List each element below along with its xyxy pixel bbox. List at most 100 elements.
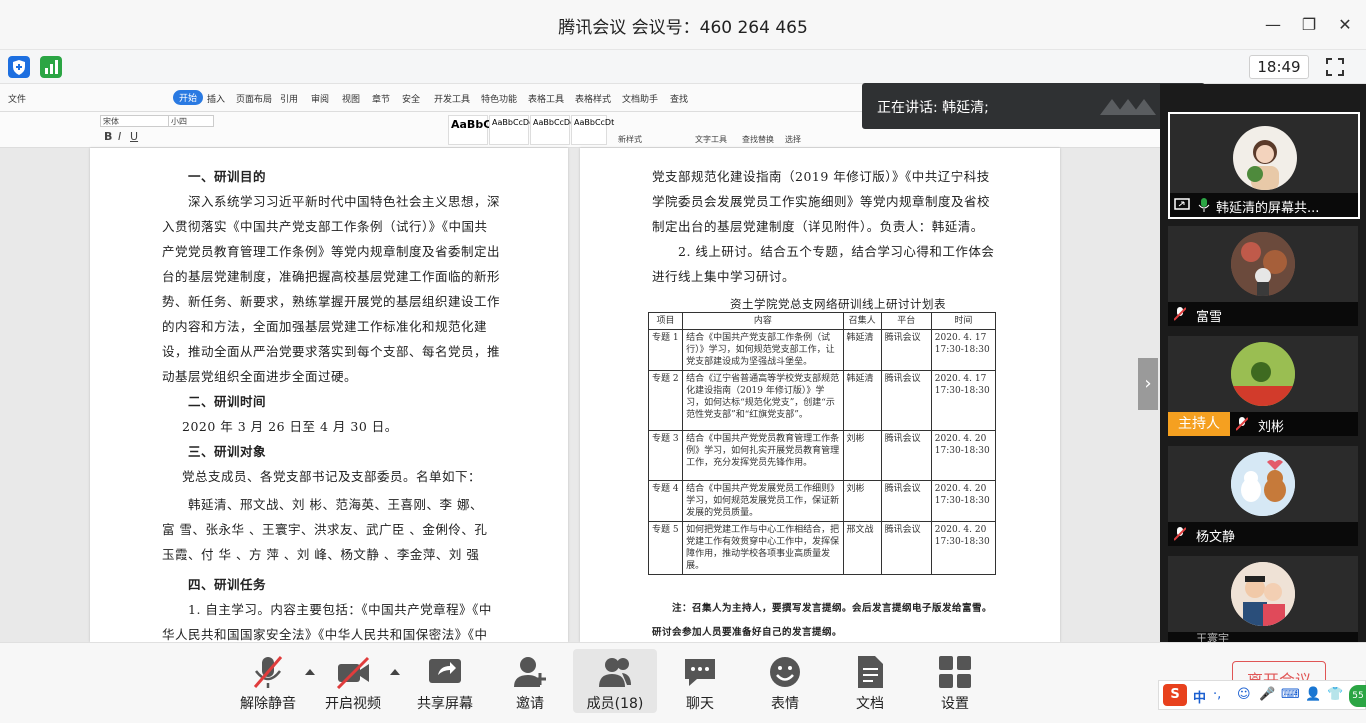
participants-panel: 韩延清的屏幕共... 富雪 主持人 刘彬 杨文静 王寰宇 bbox=[1160, 84, 1366, 642]
body-line: 的内容和方法，全面加强基层党建工作标准化和规范化建 bbox=[162, 319, 488, 334]
minimize-icon[interactable]: — bbox=[1262, 14, 1284, 36]
wps-tab-security[interactable]: 安全 bbox=[402, 92, 420, 105]
avatar bbox=[1231, 342, 1295, 406]
signal-icon[interactable] bbox=[40, 56, 62, 78]
table-cell: 专题 2 bbox=[647, 370, 684, 431]
wps-tab-search[interactable]: 查找 bbox=[670, 92, 688, 105]
title-bar: 腾讯会议 会议号：460 264 465 — ❐ ✕ bbox=[0, 0, 1366, 50]
table-cell: 韩延清 bbox=[842, 370, 882, 431]
wps-tab-dev[interactable]: 开发工具 bbox=[434, 92, 470, 105]
wps-tab-chapter[interactable]: 章节 bbox=[372, 92, 390, 105]
select-button[interactable]: 选择 bbox=[785, 134, 801, 145]
style-heading4[interactable]: AaBbC bbox=[448, 115, 491, 145]
wps-tab-table-style[interactable]: 表格样式 bbox=[575, 92, 611, 105]
body-line: 韩延清、邢文战、刘 彬、范海英、王喜刚、李 娜、 bbox=[188, 497, 483, 512]
table-cell: 刘彬 bbox=[842, 430, 882, 481]
find-replace-button[interactable]: 查找替换 bbox=[742, 134, 774, 145]
emoji-button[interactable]: 表情 bbox=[743, 649, 827, 713]
body-line: 深入系统学习习近平新时代中国特色社会主义思想，深 bbox=[188, 194, 501, 209]
table-header: 平台 bbox=[880, 312, 932, 330]
participant-name: 富雪 bbox=[1196, 310, 1223, 325]
table-cell: 腾讯会议 bbox=[880, 430, 932, 481]
table-header: 内容 bbox=[682, 312, 844, 330]
table-cell: 结合《中国共产党发展党员工作细则》学习，如何规范发展党员工作，保证新发展的党员质… bbox=[682, 480, 844, 522]
section-heading: 一、研训目的 bbox=[188, 169, 267, 184]
chat-label: 聊天 bbox=[686, 696, 714, 712]
style-normal-web[interactable]: AaBbCcDd bbox=[489, 115, 534, 145]
wps-tab-view[interactable]: 视图 bbox=[342, 92, 360, 105]
table-title: 资土学院党总支网络研训线上研讨计划表 bbox=[730, 297, 946, 311]
chat-icon bbox=[685, 659, 715, 686]
start-video-button[interactable]: 开启视频 bbox=[311, 649, 395, 713]
document-icon bbox=[858, 656, 883, 688]
section-heading: 二、研训时间 bbox=[188, 394, 267, 409]
chat-button[interactable]: 聊天 bbox=[658, 649, 742, 713]
wps-tab-assistant[interactable]: 文档助手 bbox=[622, 92, 658, 105]
table-cell: 腾讯会议 bbox=[880, 370, 932, 431]
keyboard-icon[interactable]: ⌨ bbox=[1281, 687, 1300, 702]
italic-icon[interactable]: I bbox=[118, 130, 121, 143]
text-tools-button[interactable]: 文字工具 bbox=[695, 134, 727, 145]
participant-tile[interactable]: 富雪 bbox=[1168, 226, 1358, 326]
table-cell: 刘彬 bbox=[842, 480, 882, 522]
skin-icon[interactable]: 👕 bbox=[1327, 687, 1343, 702]
unmute-button[interactable]: 解除静音 bbox=[226, 649, 310, 713]
table-cell: 结合《中国共产党党员教育管理工作条例》学习，如何扎实开展党员教育管理工作，充分发… bbox=[682, 430, 844, 481]
doc-page-left: 一、研训目的 深入系统学习习近平新时代中国特色社会主义思想，深 入贯彻落实《中国… bbox=[90, 148, 568, 642]
table-cell: 腾讯会议 bbox=[880, 521, 932, 575]
settings-button[interactable]: 设置 bbox=[913, 649, 997, 713]
participant-tile[interactable]: 主持人 刘彬 bbox=[1168, 336, 1358, 436]
sogou-logo-icon[interactable]: S bbox=[1163, 684, 1187, 706]
wps-tab-ref[interactable]: 引用 bbox=[280, 92, 298, 105]
mic-muted-icon bbox=[253, 656, 283, 688]
table-cell: 结合《中国共产党支部工作条例（试行）》学习，如何规范党支部工作，让党支部建设成为… bbox=[682, 329, 844, 371]
video-options-caret[interactable] bbox=[390, 669, 400, 675]
body-line: 1. 自主学习。内容主要包括：《中国共产党章程》《中 bbox=[188, 602, 492, 617]
shield-icon[interactable] bbox=[8, 56, 30, 78]
ime-mode[interactable]: 中 bbox=[1193, 687, 1206, 706]
fullscreen-icon[interactable] bbox=[1324, 56, 1346, 78]
participant-tile[interactable]: 王寰宇 bbox=[1168, 556, 1358, 642]
doc-page-right: 党支部规范化建设指南（2019 年修订版）》《中共辽宁科技 学院委员会发展党员工… bbox=[580, 148, 1060, 642]
new-style-button[interactable]: 新样式 bbox=[618, 134, 642, 145]
underline-icon[interactable]: U bbox=[130, 130, 138, 143]
speaking-indicator: 正在讲话: 韩延清; bbox=[862, 83, 1205, 129]
wps-tab-home[interactable]: 开始 bbox=[173, 90, 204, 105]
wps-tab-file[interactable]: 文件 bbox=[8, 92, 26, 105]
table-row: 专题 4 结合《中国共产党发展党员工作细则》学习，如何规范发展党员工作，保证新发… bbox=[647, 480, 997, 522]
body-line: 动基层党组织全面进步全面过硬。 bbox=[162, 369, 358, 384]
settings-grid-icon bbox=[939, 656, 971, 688]
body-line: 党支部规范化建设指南（2019 年修订版）》《中共辽宁科技 bbox=[652, 169, 990, 184]
wps-tab-review[interactable]: 审阅 bbox=[311, 92, 329, 105]
plan-table: 项目 内容 召集人 平台 时间 专题 1 结合《中国共产党支部工作条例（试行）》… bbox=[647, 312, 997, 575]
invite-button[interactable]: 邀请 bbox=[488, 649, 572, 713]
font-size-select[interactable]: 小四 bbox=[168, 115, 214, 127]
share-screen-button[interactable]: 共享屏幕 bbox=[403, 649, 487, 713]
wps-tab-layout[interactable]: 页面布局 bbox=[236, 92, 272, 105]
wps-tab-features[interactable]: 特色功能 bbox=[481, 92, 517, 105]
table-row: 专题 5 如何把党建工作与中心工作相结合，把党建工作有效贯穿中心工作中，发挥保障… bbox=[647, 521, 997, 575]
participant-tile[interactable]: 韩延清的屏幕共... bbox=[1168, 112, 1360, 219]
style-default[interactable]: AaBbCcDd bbox=[530, 115, 575, 145]
close-icon[interactable]: ✕ bbox=[1334, 14, 1356, 36]
emoji-icon[interactable]: ☺ bbox=[1237, 687, 1251, 702]
host-badge: 主持人 bbox=[1168, 412, 1230, 436]
participant-tile[interactable]: 杨文静 bbox=[1168, 446, 1358, 546]
wps-tab-insert[interactable]: 插入 bbox=[207, 92, 225, 105]
participant-name: 刘彬 bbox=[1258, 420, 1285, 435]
mic-muted-icon bbox=[1174, 307, 1186, 321]
emoji-label: 表情 bbox=[771, 696, 799, 712]
ime-punct[interactable]: ·, bbox=[1213, 687, 1221, 702]
mic-icon[interactable]: 🎤 bbox=[1259, 687, 1275, 702]
chevron-right-icon[interactable]: › bbox=[1138, 358, 1158, 410]
restore-icon[interactable]: ❐ bbox=[1298, 14, 1320, 36]
bold-icon[interactable]: B bbox=[104, 130, 112, 143]
members-button[interactable]: 成员(18) bbox=[573, 649, 657, 713]
mic-muted-icon bbox=[1236, 417, 1248, 431]
docs-button[interactable]: 文档 bbox=[828, 649, 912, 713]
style-key[interactable]: AaBbCcDt bbox=[571, 115, 614, 145]
settings-label: 设置 bbox=[941, 696, 969, 712]
user-icon[interactable]: 👤 bbox=[1305, 687, 1321, 702]
avatar bbox=[1231, 452, 1295, 516]
wps-tab-table-tools[interactable]: 表格工具 bbox=[528, 92, 564, 105]
